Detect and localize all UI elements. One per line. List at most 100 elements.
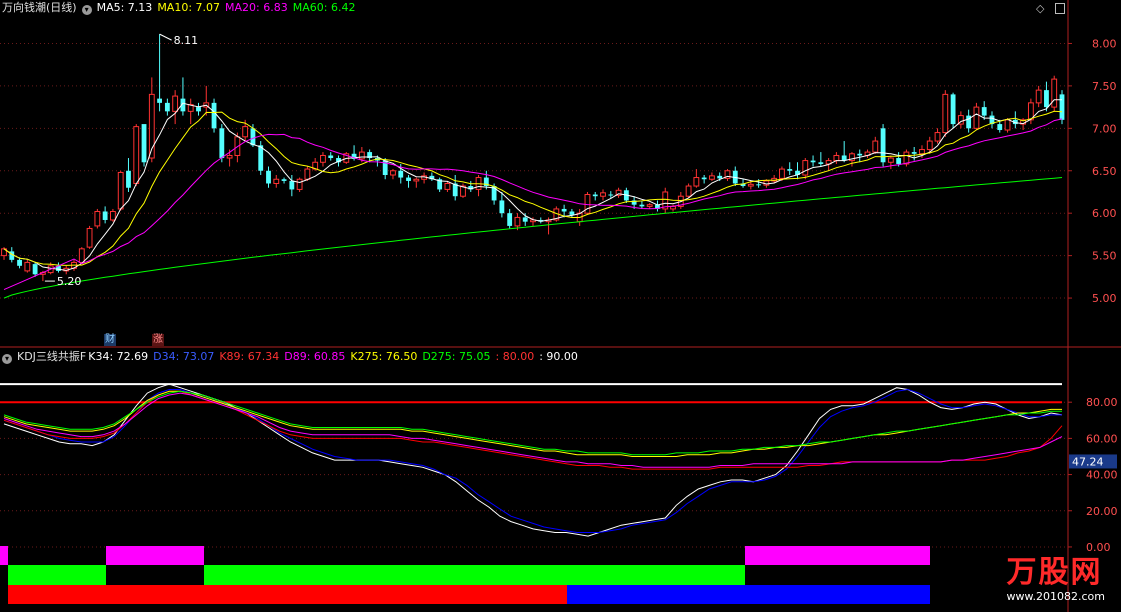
- candle-body: [522, 217, 528, 222]
- d89-line: [3, 392, 1063, 468]
- candle-body: [24, 261, 31, 272]
- candle-body: [172, 95, 179, 112]
- candle-body: [608, 194, 614, 196]
- candle-body: [358, 151, 365, 160]
- candle-body: [86, 227, 93, 248]
- candle-body: [1004, 119, 1011, 131]
- ma20-value: MA20: 6.83: [225, 1, 288, 14]
- candle-body: [78, 248, 85, 263]
- k34-value: K34: 72.69: [88, 350, 149, 363]
- k34-line: [3, 383, 1063, 537]
- signal-bar: [745, 546, 930, 565]
- candle-body: [747, 183, 754, 187]
- candle-body: [926, 140, 933, 151]
- d275-value: D275: 75.05: [422, 350, 491, 363]
- stock-title: 万向钱潮(日线): [2, 1, 77, 14]
- candle-body: [997, 124, 1003, 131]
- candle-body: [717, 175, 723, 179]
- candle-body: [406, 177, 411, 181]
- price-tick-label: 6.00: [1092, 207, 1117, 220]
- signal-bar: [0, 546, 8, 565]
- candle-body: [903, 151, 910, 165]
- candle-body: [17, 259, 22, 266]
- candle-body: [973, 106, 980, 129]
- d34-value: D34: 73.07: [153, 350, 215, 363]
- settings-circle-icon[interactable]: ▾: [2, 354, 12, 364]
- candle-body: [942, 93, 949, 134]
- ma10-value: MA10: 7.07: [157, 1, 221, 14]
- d275-line: [3, 390, 1062, 456]
- candle-body: [810, 160, 816, 163]
- candle-body: [444, 182, 451, 190]
- finance-badge[interactable]: 财: [104, 334, 116, 346]
- window-square-icon[interactable]: [1055, 3, 1065, 14]
- candle-body: [157, 98, 162, 103]
- candle-body: [779, 168, 785, 179]
- candle-body: [787, 169, 793, 171]
- candle-body: [32, 264, 38, 275]
- candle-body: [981, 107, 987, 116]
- candle-body: [1059, 94, 1065, 120]
- signal-bar: [567, 585, 930, 604]
- ma60-value: MA60: 6.42: [292, 1, 356, 14]
- price-tick-label: 5.50: [1092, 250, 1117, 263]
- candle-body: [196, 107, 201, 112]
- candle-body: [887, 157, 894, 163]
- candle-body: [1035, 89, 1042, 104]
- main-chart-header: 万向钱潮(日线) ▾ MA5: 7.13 MA10: 7.07 MA20: 6.83 MA…: [2, 1, 360, 15]
- expand-diamond-icon[interactable]: ◇: [1036, 2, 1044, 15]
- k275-value: K275: 76.50: [350, 350, 418, 363]
- candle-body: [592, 194, 598, 197]
- d89-value: D89: 60.85: [284, 350, 346, 363]
- site-watermark: 万股网 www.201082.com: [1006, 555, 1105, 604]
- candle-body: [94, 210, 101, 227]
- ma60-line: [3, 177, 1063, 299]
- candle-body: [701, 177, 707, 180]
- candle-body: [390, 170, 396, 176]
- settings-circle-icon[interactable]: ▾: [81, 5, 92, 15]
- price-tick-label: 8.00: [1092, 37, 1117, 50]
- k89-value: K89: 67.34: [219, 350, 280, 363]
- candle-body: [646, 204, 653, 207]
- candle-body: [584, 194, 591, 214]
- candle-body: [273, 178, 280, 184]
- candle-body: [919, 149, 925, 155]
- candle-body: [569, 211, 575, 215]
- candle-body: [219, 128, 225, 159]
- candle-body: [211, 102, 217, 129]
- indicator-tick-label: 60.00: [1086, 432, 1118, 445]
- candle-body: [296, 178, 303, 190]
- price-tick-label: 5.00: [1092, 292, 1117, 305]
- candle-body: [258, 145, 264, 171]
- ma5-value: MA5: 7.13: [96, 1, 153, 14]
- indicator-title: KDJ三线共振F: [17, 350, 87, 363]
- candle-body: [857, 153, 863, 156]
- candle-body: [872, 140, 879, 153]
- candle-body: [709, 175, 715, 180]
- candle-body: [1051, 78, 1058, 108]
- low-annotation-label: 5.20: [57, 275, 82, 288]
- indicator-header: ▾ KDJ三线共振F K34: 72.69 D34: 73.07 K89: 67.34 D…: [2, 350, 583, 364]
- candle-body: [833, 154, 840, 162]
- indicator-tick-label: 80.00: [1086, 396, 1118, 409]
- current-value-label: 47.24: [1072, 455, 1104, 468]
- candle-body: [110, 210, 116, 221]
- candle-body: [126, 170, 131, 188]
- candle-body: [226, 154, 233, 159]
- limit-up-badge[interactable]: 涨: [152, 334, 164, 346]
- signal-bar: [8, 585, 567, 604]
- candle-body: [600, 192, 606, 197]
- candle-body: [950, 94, 956, 125]
- candle-body: [911, 152, 917, 154]
- candle-body: [289, 180, 295, 190]
- ma10-line: [3, 110, 1063, 266]
- signal-bar: [8, 565, 106, 585]
- watermark-title: 万股网: [1006, 555, 1103, 590]
- candle-body: [818, 162, 824, 164]
- candle-body: [242, 126, 249, 138]
- candle-body: [802, 160, 809, 176]
- candle-body: [1044, 90, 1049, 108]
- ma5-line: [3, 99, 1062, 271]
- candle-body: [934, 132, 941, 142]
- candle-body: [499, 200, 505, 214]
